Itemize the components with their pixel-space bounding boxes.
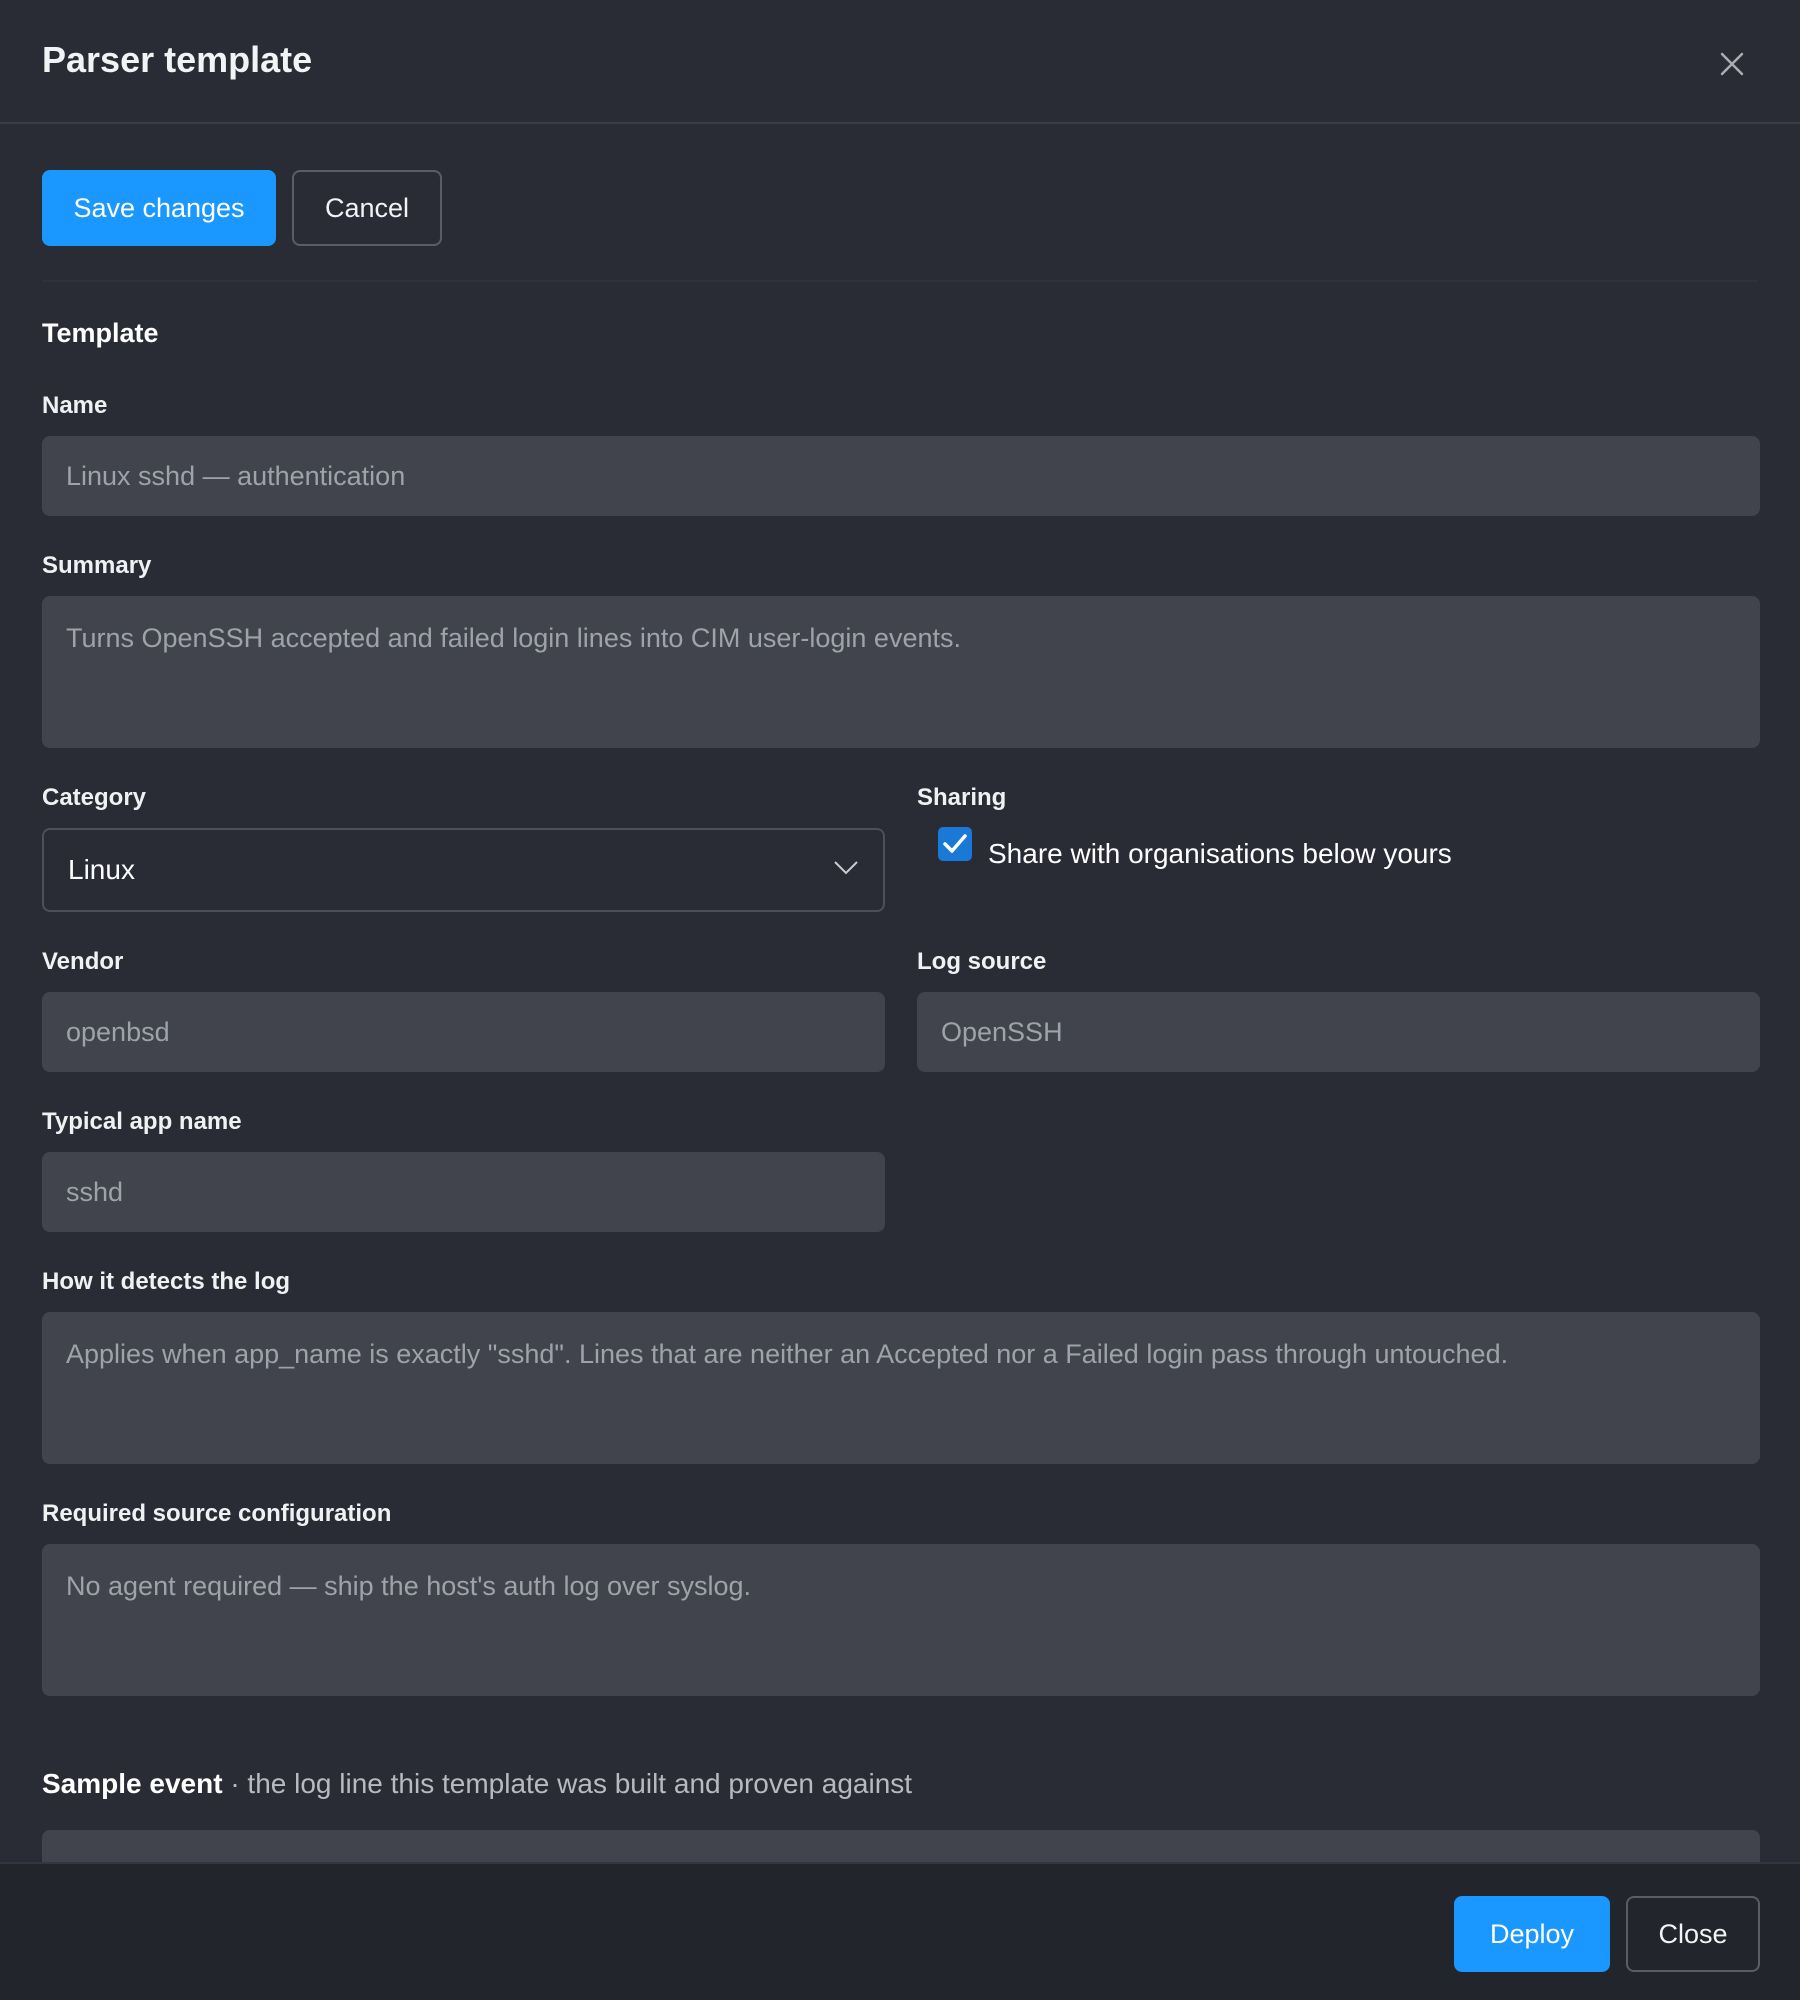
typical-app-name-input[interactable]: sshd (42, 1152, 885, 1232)
detection-textarea[interactable]: Applies when app_name is exactly "sshd".… (42, 1312, 1760, 1464)
close-button[interactable]: Close (1626, 1896, 1760, 1972)
log-source-input[interactable]: OpenSSH (917, 992, 1760, 1072)
section-title-template: Template (42, 318, 159, 348)
vendor-input[interactable]: openbsd (42, 992, 885, 1072)
category-label: Category (42, 784, 147, 811)
checkmark-icon (943, 834, 967, 853)
dialog-title: Parser template (42, 39, 313, 80)
typical-app-name-label: Typical app name (42, 1108, 242, 1135)
summary-textarea[interactable]: Turns OpenSSH accepted and failed login … (42, 596, 1760, 748)
dialog-footer: Deploy Close (0, 1862, 1800, 2000)
category-select[interactable]: Linux (42, 828, 885, 912)
detection-label: How it detects the log (42, 1268, 291, 1295)
summary-label: Summary (42, 552, 152, 579)
cancel-button[interactable]: Cancel (292, 170, 442, 246)
dialog-header: Parser template (0, 0, 1800, 124)
log-source-label: Log source (917, 948, 1047, 975)
sample-event-heading: Sample event · the log line this templat… (42, 1766, 912, 1802)
close-icon[interactable] (1712, 44, 1752, 84)
deploy-button[interactable]: Deploy (1454, 1896, 1610, 1972)
sample-event-title: Sample event (42, 1768, 223, 1799)
toolbar-divider (42, 280, 1758, 282)
source-config-label: Required source configuration (42, 1500, 392, 1527)
share-checkbox[interactable] (938, 827, 972, 861)
name-input[interactable]: Linux sshd — authentication (42, 436, 1760, 516)
save-changes-button[interactable]: Save changes (42, 170, 276, 246)
sharing-label: Sharing (917, 784, 1007, 811)
chevron-down-icon (834, 861, 858, 875)
name-label: Name (42, 392, 108, 419)
source-config-textarea[interactable]: No agent required — ship the host's auth… (42, 1544, 1760, 1696)
share-checkbox-label[interactable]: Share with organisations below yours (988, 836, 1452, 872)
category-select-value: Linux (68, 854, 135, 885)
sample-event-subtitle: · the log line this template was built a… (230, 1768, 913, 1799)
vendor-label: Vendor (42, 948, 124, 975)
